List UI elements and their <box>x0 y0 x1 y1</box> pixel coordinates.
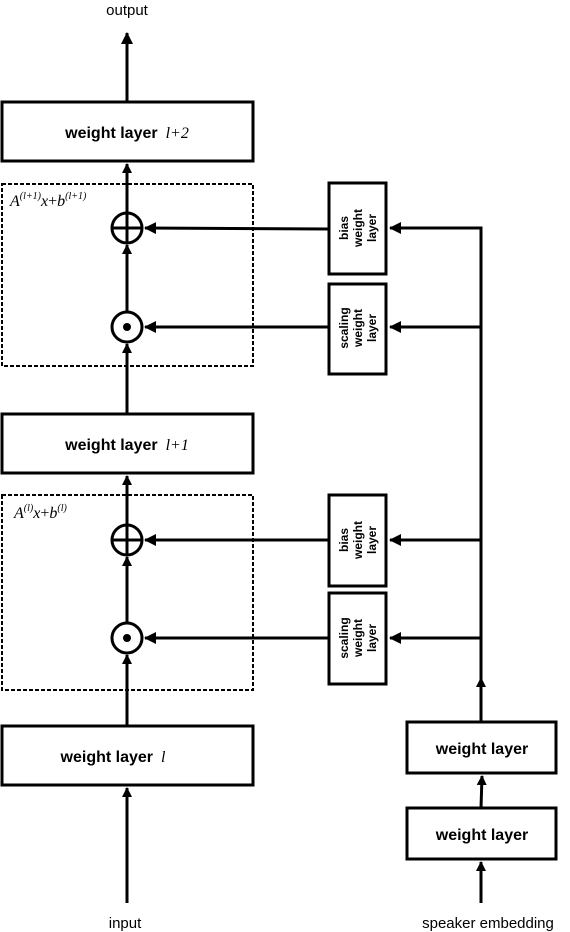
svg-text:weight: weight <box>351 619 365 658</box>
speaker-trunk-line <box>390 226 483 722</box>
svg-text:weight: weight <box>351 309 365 348</box>
svg-text:weight layerl+1: weight layer l+1 <box>64 437 189 454</box>
layer-label: weight layer <box>64 437 157 454</box>
svg-text:weight: weight <box>351 521 365 560</box>
affine-formula: A(l+1)x+b(l+1) <box>9 191 87 210</box>
speaker-weight-layer-lower: weight layer <box>405 806 558 861</box>
bias-weight-layer-bottom: bias weight layer <box>327 493 388 588</box>
weight-layer-l-plus-2: weight layer l+2 <box>0 100 255 163</box>
svg-text:layer: layer <box>365 214 379 242</box>
speaker-adaptation-diagram: output weight layer l+2 A(l+1)x+b(l+1) bi… <box>0 2 558 932</box>
svg-text:scaling: scaling <box>337 307 351 348</box>
svg-text:scaling: scaling <box>337 617 351 658</box>
layer-index: l <box>161 749 166 766</box>
svg-text:weight layer: weight layer <box>435 827 528 844</box>
svg-text:weight layer: weight layer <box>435 741 528 758</box>
svg-text:weight layerl+2: weight layer l+2 <box>64 125 189 142</box>
svg-text:weight layerl: weight layer l <box>60 749 166 766</box>
layer-index: l+2 <box>166 125 189 142</box>
svg-text:bias: bias <box>337 216 351 240</box>
add-operator-icon <box>110 211 144 245</box>
weight-layer-l-plus-1: weight layer l+1 <box>0 412 255 475</box>
speaker-weight-layer-upper: weight layer <box>405 720 558 775</box>
svg-text:bias: bias <box>337 528 351 552</box>
weight-layer-l: weight layer l <box>0 724 255 787</box>
bias-weight-layer-top: bias weight layer <box>327 181 388 276</box>
svg-text:layer: layer <box>365 526 379 554</box>
svg-text:layer: layer <box>365 314 379 342</box>
add-operator-icon <box>110 523 144 557</box>
svg-text:layer: layer <box>365 624 379 652</box>
speaker-embedding-label: speaker embedding <box>422 915 554 932</box>
layer-label: weight layer <box>60 749 153 766</box>
layer-label: weight layer <box>64 125 157 142</box>
speaker-lower-to-upper-arrow <box>476 775 487 809</box>
svg-text:weight: weight <box>351 209 365 248</box>
multiply-operator-icon <box>110 621 144 655</box>
bias-to-add-arrow <box>144 222 329 235</box>
layer-index: l+1 <box>166 437 189 454</box>
output-label: output <box>106 2 149 19</box>
input-label: input <box>109 915 142 932</box>
multiply-operator-icon <box>110 310 144 344</box>
scaling-weight-layer-bottom: scaling weight layer <box>327 591 388 686</box>
affine-formula: A(l)x+b(l) <box>13 503 67 522</box>
scaling-weight-layer-top: scaling weight layer <box>327 282 388 376</box>
